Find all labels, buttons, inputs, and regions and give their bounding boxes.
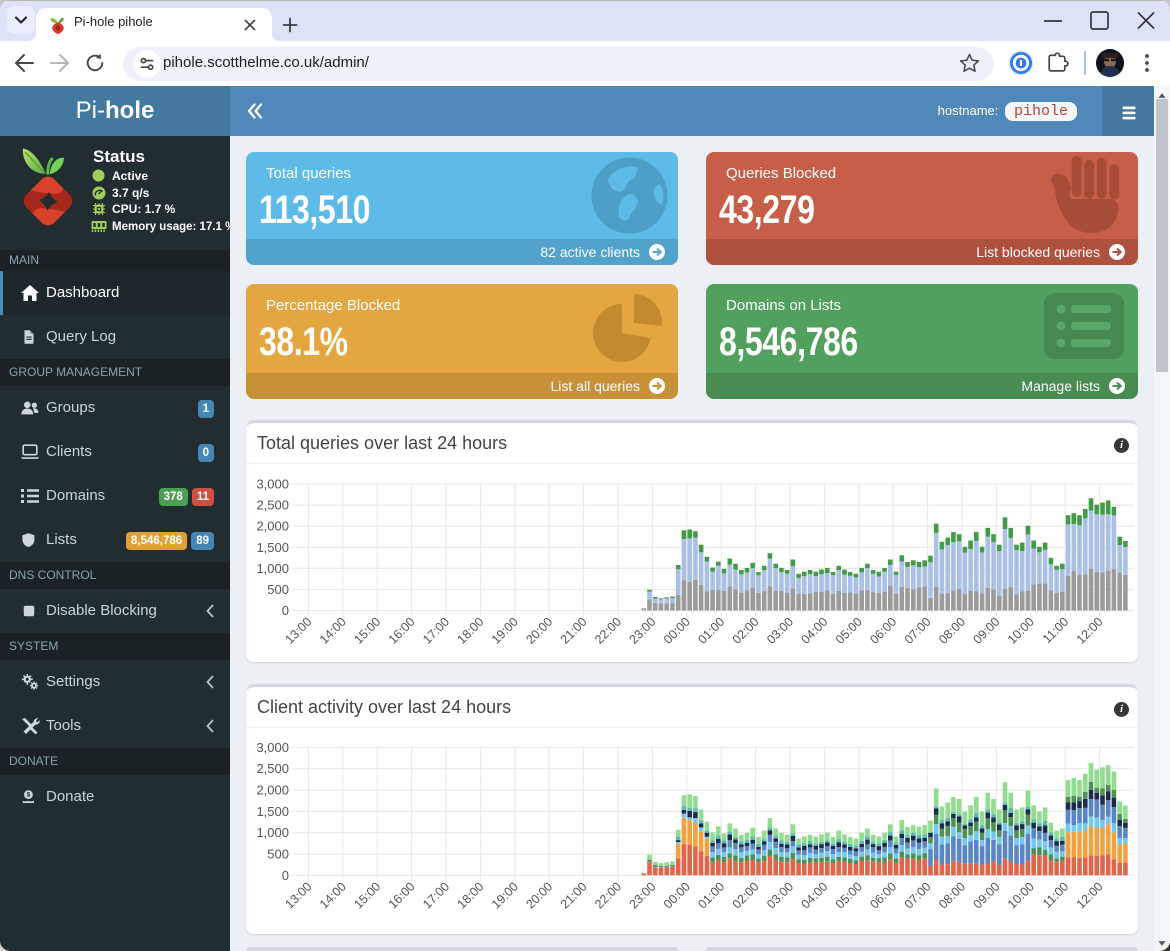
svg-text:500: 500 [267,582,289,597]
svg-text:2,500: 2,500 [256,498,289,513]
svg-text:1,500: 1,500 [256,804,289,819]
svg-text:23:00: 23:00 [627,615,659,647]
svg-text:04:00: 04:00 [799,879,831,911]
svg-text:20:00: 20:00 [523,879,555,911]
svg-text:21:00: 21:00 [558,615,590,647]
svg-text:06:00: 06:00 [867,879,899,911]
svg-text:22:00: 22:00 [592,615,624,647]
svg-text:17:00: 17:00 [420,615,452,647]
svg-text:1,000: 1,000 [256,561,289,576]
svg-text:18:00: 18:00 [455,879,487,911]
svg-text:07:00: 07:00 [902,879,934,911]
svg-text:20:00: 20:00 [523,615,555,647]
svg-text:09:00: 09:00 [971,879,1003,911]
svg-text:3,000: 3,000 [256,740,289,755]
svg-text:02:00: 02:00 [730,615,762,647]
svg-text:18:00: 18:00 [455,615,487,647]
svg-text:16:00: 16:00 [386,879,418,911]
svg-text:500: 500 [267,847,289,862]
svg-text:07:00: 07:00 [902,615,934,647]
svg-text:3,000: 3,000 [256,477,289,492]
svg-text:11:00: 11:00 [1040,879,1071,910]
svg-text:04:00: 04:00 [799,615,831,647]
svg-text:15:00: 15:00 [351,879,383,911]
svg-text:06:00: 06:00 [867,615,899,647]
svg-text:21:00: 21:00 [558,879,590,911]
svg-text:15:00: 15:00 [351,615,383,647]
svg-text:2,000: 2,000 [256,519,289,534]
svg-text:13:00: 13:00 [283,615,315,647]
svg-text:17:00: 17:00 [420,879,452,911]
svg-text:23:00: 23:00 [627,879,659,911]
svg-text:00:00: 00:00 [661,615,693,647]
svg-text:22:00: 22:00 [592,879,624,911]
svg-text:01:00: 01:00 [695,615,727,647]
svg-text:2,000: 2,000 [256,783,289,798]
svg-text:05:00: 05:00 [833,615,865,647]
svg-text:12:00: 12:00 [1074,615,1106,647]
svg-text:0: 0 [282,603,289,618]
svg-text:01:00: 01:00 [695,879,727,911]
svg-text:1,500: 1,500 [256,540,289,555]
svg-text:16:00: 16:00 [386,615,418,647]
svg-text:19:00: 19:00 [489,879,521,911]
svg-text:14:00: 14:00 [317,615,349,647]
svg-text:13:00: 13:00 [283,879,315,911]
svg-text:03:00: 03:00 [764,615,796,647]
svg-text:08:00: 08:00 [936,615,968,647]
svg-text:08:00: 08:00 [936,879,968,911]
svg-text:05:00: 05:00 [833,879,865,911]
svg-text:09:00: 09:00 [971,615,1003,647]
svg-text:12:00: 12:00 [1074,879,1106,911]
svg-text:1,000: 1,000 [256,825,289,840]
svg-text:02:00: 02:00 [730,879,762,911]
svg-text:19:00: 19:00 [489,615,521,647]
svg-text:11:00: 11:00 [1040,615,1071,646]
svg-text:$: $ [27,792,31,799]
svg-text:2,500: 2,500 [256,761,289,776]
svg-text:10:00: 10:00 [1005,879,1037,911]
svg-text:10:00: 10:00 [1005,615,1037,647]
svg-text:00:00: 00:00 [661,879,693,911]
svg-text:0: 0 [282,868,289,883]
svg-text:03:00: 03:00 [764,879,796,911]
svg-text:14:00: 14:00 [317,879,349,911]
